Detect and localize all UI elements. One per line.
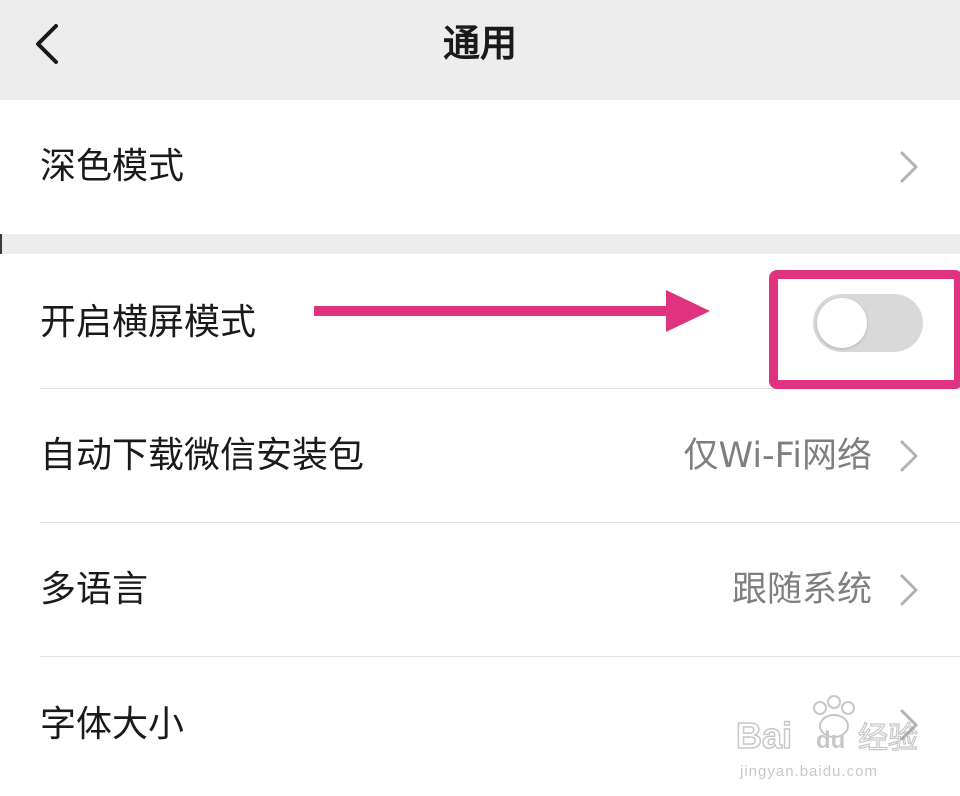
chevron-right-icon: [900, 151, 918, 183]
dark-mode-label: 深色模式: [40, 146, 185, 187]
svg-text:du: du: [816, 727, 845, 754]
auto-download-label: 自动下载微信安装包: [40, 435, 365, 476]
settings-group-display: 深色模式: [0, 100, 960, 234]
language-row[interactable]: 多语言 跟随系统: [0, 523, 960, 657]
landscape-mode-label: 开启横屏模式: [40, 302, 257, 343]
chevron-right-icon: [900, 440, 918, 472]
dark-mode-row[interactable]: 深色模式: [0, 100, 960, 234]
page-title: 通用: [443, 22, 517, 65]
nav-header: 通用: [0, 0, 960, 100]
auto-download-value: 仅Wi-Fi网络: [683, 436, 872, 476]
font-size-label: 字体大小: [40, 704, 185, 745]
auto-download-row[interactable]: 自动下载微信安装包 仅Wi-Fi网络: [0, 389, 960, 523]
annotation-highlight-box: [769, 270, 960, 389]
annotation-arrow-icon: [314, 290, 710, 332]
language-label: 多语言: [40, 569, 149, 610]
chevron-right-icon: [900, 574, 918, 606]
svg-text:Bai: Bai: [736, 715, 792, 756]
svg-text:经验: 经验: [858, 721, 918, 756]
baidu-jingyan-watermark: Bai du 经验 jingyan.baidu.com: [735, 695, 919, 780]
language-value: 跟随系统: [731, 570, 872, 610]
svg-text:jingyan.baidu.com: jingyan.baidu.com: [739, 763, 878, 780]
